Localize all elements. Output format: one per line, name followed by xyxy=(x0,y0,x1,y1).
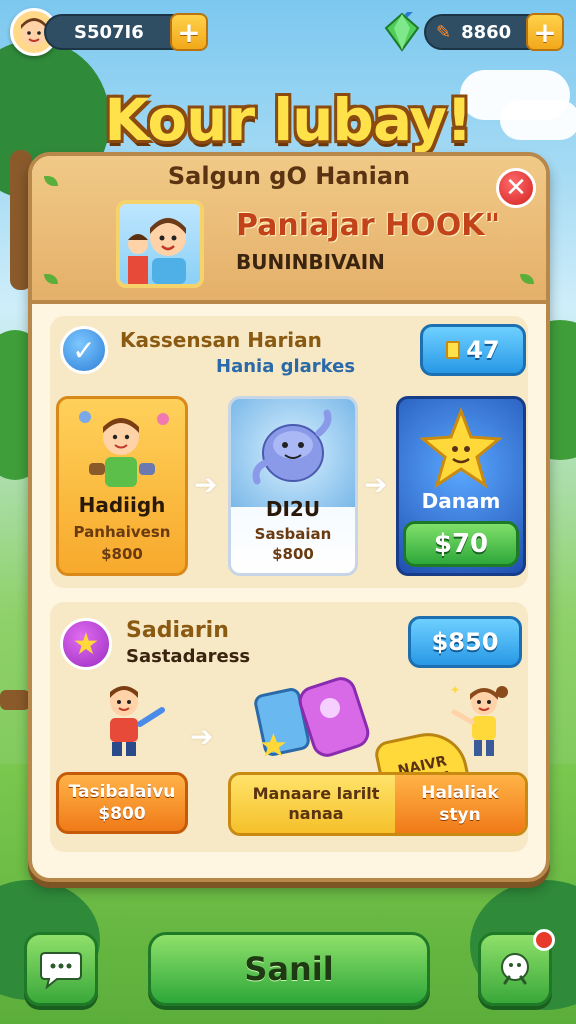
shop-section: ★ Sadiarin Sastadaress $850 ➔ NAIVR CANN… xyxy=(50,602,528,852)
leaf-decoration xyxy=(44,274,58,284)
card1-sub2: $800 xyxy=(101,545,143,563)
card3-label: Danam xyxy=(421,489,501,513)
smiling-star-icon xyxy=(419,406,503,489)
panel-subtitle: Salgun gO Hanian xyxy=(167,162,411,190)
boy-character-icon xyxy=(79,411,169,487)
reward-card-1[interactable]: Hadiigh Panhaivesn $800 xyxy=(56,396,188,576)
daily-rewards-section: ✓ Kassensan Harian Hania glarkes 47 Hadi… xyxy=(50,316,528,588)
left-btn-line2: $800 xyxy=(98,804,146,824)
ticket-icon xyxy=(446,341,461,359)
gift-items-icon xyxy=(254,677,370,757)
card1-label: Hadiigh xyxy=(78,493,166,517)
boy-sword-icon xyxy=(110,686,165,756)
checkmark-badge-icon: ✓ xyxy=(60,326,108,374)
game-title: Kour lubay! xyxy=(104,86,472,154)
bundle-right-text: Halaliak styn xyxy=(395,775,525,833)
arrow-right-icon: ➔ xyxy=(190,720,214,753)
panel-header: Salgun gO Hanian ✕ Paniajar HOOK" BUNINB… xyxy=(32,156,546,304)
hero-title: Paniajar HOOK" xyxy=(236,208,501,243)
buy-button-left[interactable]: Tasibalaivu $800 xyxy=(56,772,188,834)
bundle-button[interactable]: Manaare larilt nanaa Halaliak styn xyxy=(228,772,528,836)
right-btn-line2: styn xyxy=(439,805,481,825)
add-gems-button[interactable]: + xyxy=(526,13,564,51)
girl-character-icon: ✦ xyxy=(450,683,508,756)
section1-subtitle: Hania glarkes xyxy=(216,356,356,377)
section2-subtitle: Sastadaress xyxy=(126,646,251,667)
blue-creature-icon xyxy=(252,409,332,485)
middle-btn-line2: nanaa xyxy=(288,804,344,823)
star-badge-icon: ★ xyxy=(60,618,112,670)
card3-buy-button[interactable]: $70 xyxy=(403,521,519,567)
section1-price-button[interactable]: 47 xyxy=(420,324,526,376)
reward-card-2[interactable]: DI2U Sasbaian $800 xyxy=(228,396,358,576)
card2-sub1: Sasbaian xyxy=(254,525,332,543)
section2-price-button[interactable]: $850 xyxy=(408,616,522,668)
middle-btn-line1: Manaare larilt xyxy=(252,784,380,803)
card2-label: DI2U xyxy=(265,497,321,521)
coin-amount: S507I6 xyxy=(74,21,144,43)
svg-text:✦: ✦ xyxy=(450,683,460,697)
hero-portrait xyxy=(116,200,204,288)
left-btn-line1: Tasibalaivu xyxy=(68,782,176,802)
top-bar: S507I6 + ✎ 8860 + xyxy=(10,8,566,56)
gem-icon xyxy=(384,12,420,52)
add-coins-button[interactable]: + xyxy=(170,13,208,51)
close-button[interactable]: ✕ xyxy=(496,168,536,208)
notification-dot xyxy=(533,929,555,951)
section1-title: Kassensan Harian xyxy=(120,328,322,352)
send-label: Sanil xyxy=(244,950,334,988)
chat-bubble-icon xyxy=(40,952,82,989)
reward-panel: Salgun gO Hanian ✕ Paniajar HOOK" BUNINB… xyxy=(28,152,550,882)
card3-price: $70 xyxy=(433,529,489,559)
reward-card-3[interactable]: Danam $70 xyxy=(396,396,526,576)
bundle-left-text: Manaare larilt nanaa xyxy=(231,775,401,833)
hero-subtitle: BUNINBIVAIN xyxy=(236,250,385,274)
feather-icon: ✎ xyxy=(436,21,452,43)
card1-sub1: Panhaivesn xyxy=(73,523,171,541)
close-icon: ✕ xyxy=(505,173,527,203)
card2-sub2: $800 xyxy=(272,545,314,563)
section1-price: 47 xyxy=(466,336,500,364)
hero-character-icon xyxy=(128,218,186,284)
right-btn-line1: Halaliak xyxy=(421,783,499,803)
friends-button[interactable] xyxy=(478,929,555,1006)
gem-amount: 8860 xyxy=(461,21,512,43)
arrow-right-icon: ➔ xyxy=(194,468,218,501)
arrow-right-icon: ➔ xyxy=(364,468,388,501)
section2-title: Sadiarin xyxy=(126,618,229,643)
section2-price: $850 xyxy=(431,628,499,656)
friend-icon xyxy=(501,953,529,985)
send-button[interactable]: Sanil xyxy=(148,932,430,1006)
leaf-decoration xyxy=(520,274,534,284)
chat-button[interactable] xyxy=(24,932,98,1006)
